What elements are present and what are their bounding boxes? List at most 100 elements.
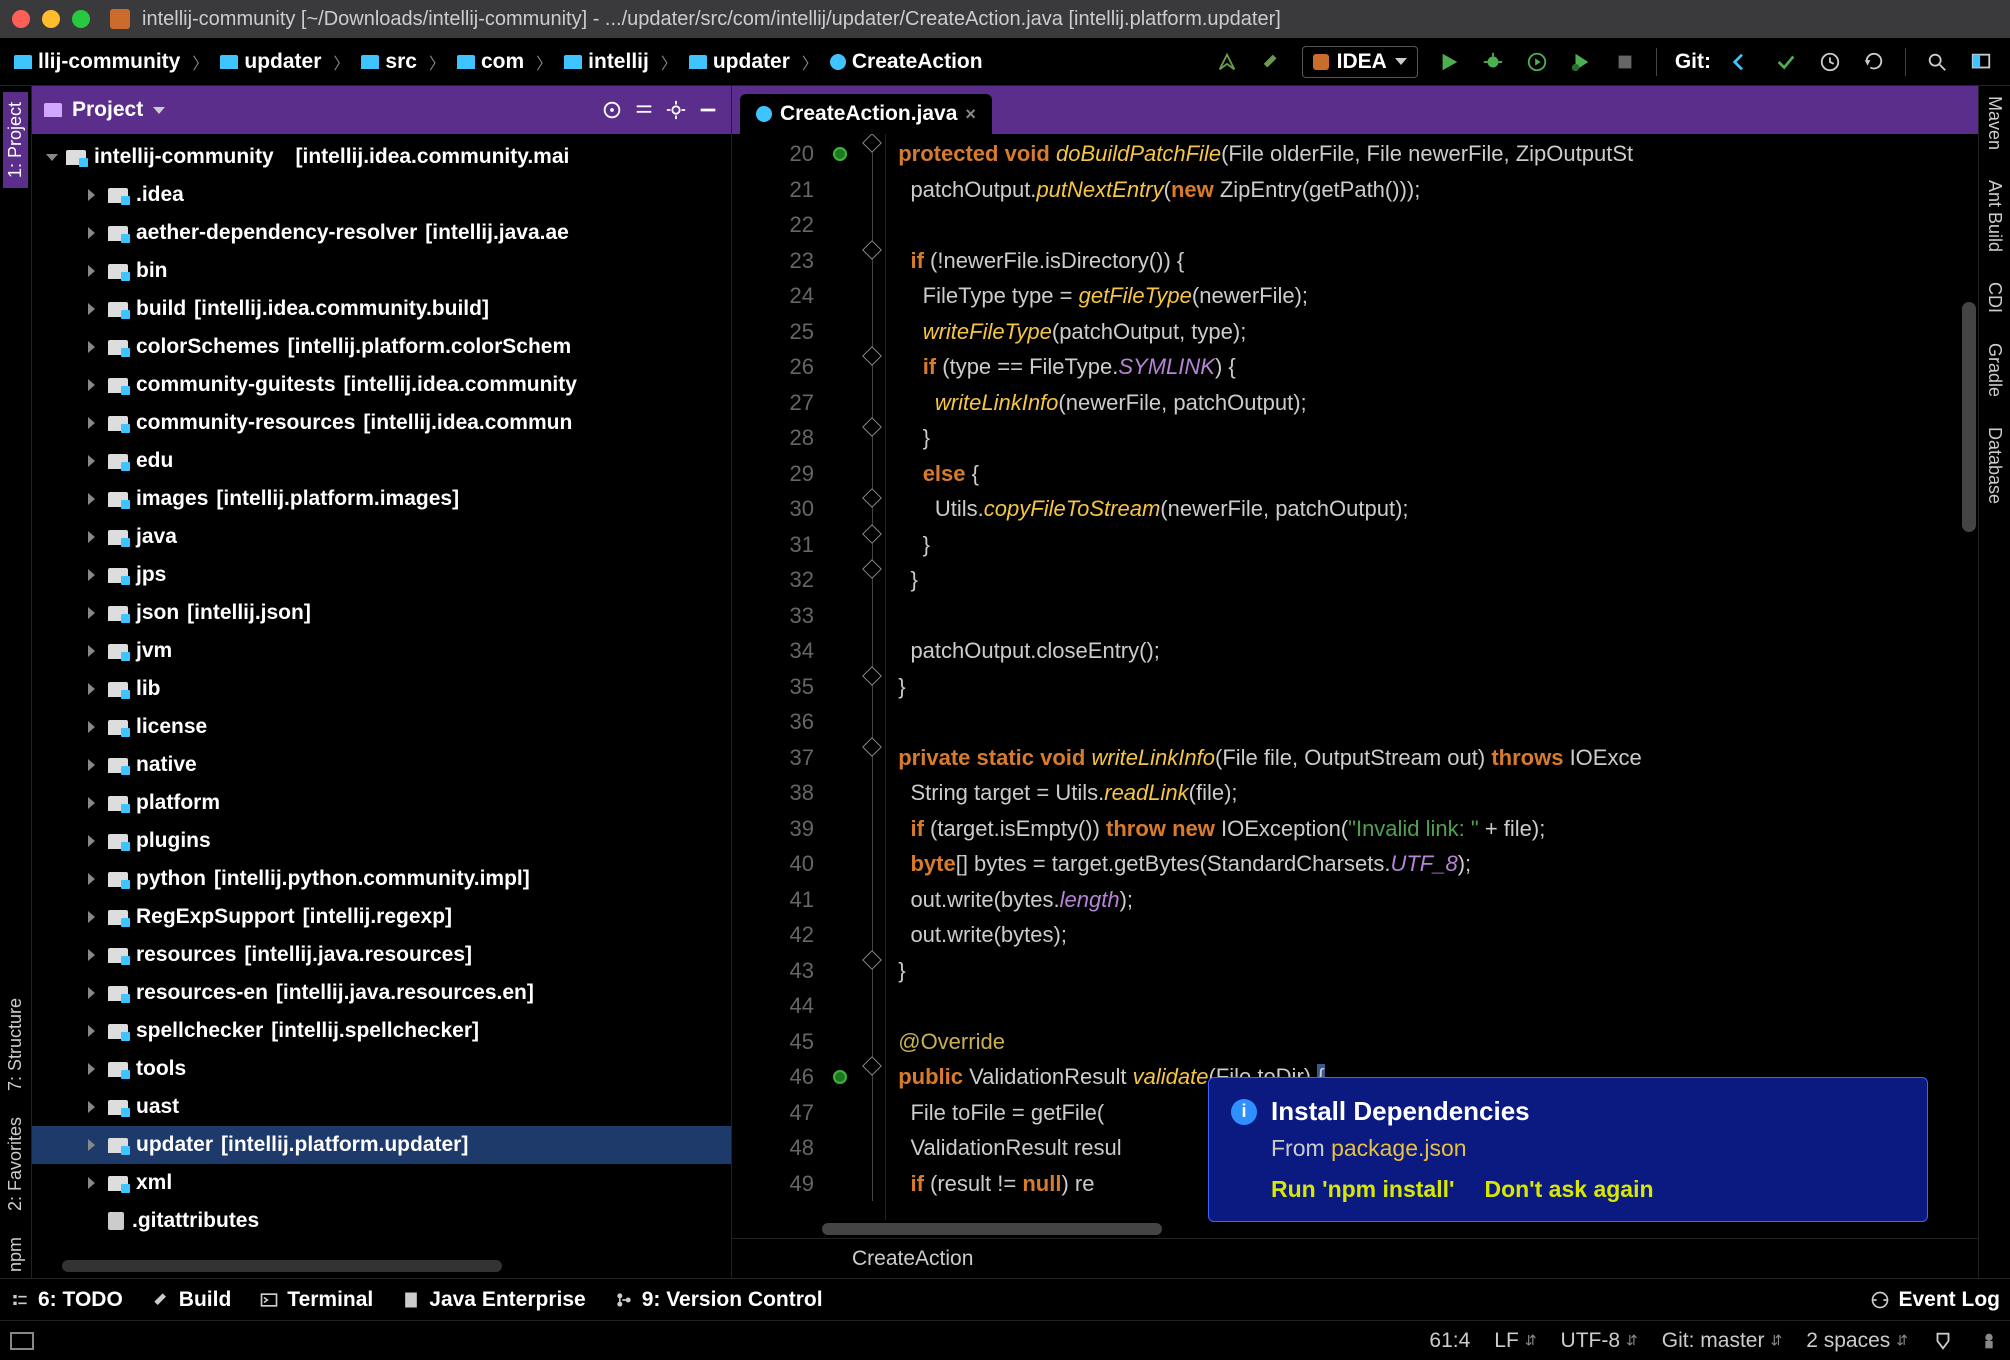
tool-tab-npm[interactable]: npm (3, 1231, 28, 1278)
code-area[interactable]: protected void doBuildPatchFile(File old… (886, 134, 1978, 1220)
fold-toggle[interactable] (862, 240, 882, 260)
tree-item[interactable]: RegExpSupport [intellij.regexp] (32, 898, 731, 936)
expand-arrow-icon[interactable] (88, 455, 100, 467)
tree-item[interactable]: images [intellij.platform.images] (32, 480, 731, 518)
expand-arrow-icon[interactable] (46, 154, 58, 161)
search-everywhere-button[interactable] (1924, 49, 1950, 75)
tree-item[interactable]: java (32, 518, 731, 556)
editor-breadcrumb[interactable]: CreateAction (732, 1238, 1978, 1278)
breadcrumb-item[interactable]: updater (214, 48, 327, 76)
tool-tab-structure[interactable]: 7: Structure (3, 992, 28, 1097)
debug-button[interactable] (1480, 49, 1506, 75)
close-window-button[interactable] (12, 10, 30, 28)
expand-arrow-icon[interactable] (88, 189, 100, 201)
expand-arrow-icon[interactable] (88, 949, 100, 961)
tree-item[interactable]: community-guitests [intellij.idea.commun… (32, 366, 731, 404)
expand-arrow-icon[interactable] (88, 1063, 100, 1075)
tree-item[interactable]: platform (32, 784, 731, 822)
tree-item[interactable]: lib (32, 670, 731, 708)
tree-root[interactable]: intellij-community [intellij.idea.commun… (32, 138, 731, 176)
tool-tab-todo[interactable]: 6: TODO (10, 1288, 123, 1312)
tree-item[interactable]: python [intellij.python.community.impl] (32, 860, 731, 898)
expand-arrow-icon[interactable] (88, 873, 100, 885)
tree-item[interactable]: native (32, 746, 731, 784)
tool-tab-java-enterprise[interactable]: Java Enterprise (401, 1288, 585, 1312)
tree-item[interactable]: tools (32, 1050, 731, 1088)
expand-arrow-icon[interactable] (88, 683, 100, 695)
tree-item[interactable]: .gitattributes (32, 1202, 731, 1240)
expand-arrow-icon[interactable] (88, 569, 100, 581)
tree-item[interactable]: json [intellij.json] (32, 594, 731, 632)
locate-button[interactable] (601, 99, 623, 121)
tool-tab-version-control[interactable]: 9: Version Control (614, 1288, 823, 1312)
tree-item[interactable]: resources-en [intellij.java.resources.en… (32, 974, 731, 1012)
vcs-update-button[interactable] (1729, 49, 1755, 75)
tree-item[interactable]: plugins (32, 822, 731, 860)
breadcrumb-item[interactable]: intellij (558, 48, 655, 76)
tool-tab-ant[interactable]: Ant Build (1982, 176, 2007, 256)
run-config-selector[interactable]: IDEA (1302, 46, 1418, 78)
expand-arrow-icon[interactable] (88, 607, 100, 619)
fold-toggle[interactable] (862, 134, 882, 153)
file-encoding[interactable]: UTF-8⇵ (1561, 1329, 1638, 1353)
expand-arrow-icon[interactable] (88, 1025, 100, 1037)
tool-windows-toggle[interactable] (10, 1332, 34, 1350)
tree-item[interactable]: jvm (32, 632, 731, 670)
expand-arrow-icon[interactable] (88, 797, 100, 809)
expand-arrow-icon[interactable] (88, 417, 100, 429)
horizontal-scrollbar[interactable] (732, 1220, 1978, 1238)
tree-item[interactable]: spellchecker [intellij.spellchecker] (32, 1012, 731, 1050)
expand-arrow-icon[interactable] (88, 379, 100, 391)
vcs-history-button[interactable] (1817, 49, 1843, 75)
profile-button[interactable] (1568, 49, 1594, 75)
coverage-button[interactable] (1524, 49, 1550, 75)
indent-settings[interactable]: 2 spaces⇵ (1806, 1329, 1908, 1353)
breadcrumb-item[interactable]: updater (683, 48, 796, 76)
fold-toggle[interactable] (862, 737, 882, 757)
tree-item[interactable]: bin (32, 252, 731, 290)
breadcrumb-item[interactable]: CreateAction (824, 48, 989, 76)
minimize-window-button[interactable] (42, 10, 60, 28)
override-gutter-icon[interactable] (833, 1070, 847, 1084)
settings-button[interactable] (665, 99, 687, 121)
tool-tab-maven[interactable]: Maven (1982, 92, 2007, 154)
maximize-window-button[interactable] (72, 10, 90, 28)
tree-item[interactable]: uast (32, 1088, 731, 1126)
expand-arrow-icon[interactable] (88, 531, 100, 543)
dont-ask-again-link[interactable]: Don't ask again (1484, 1176, 1653, 1203)
expand-arrow-icon[interactable] (88, 265, 100, 277)
override-gutter-icon[interactable] (833, 147, 847, 161)
event-log-button[interactable]: Event Log (1870, 1288, 2000, 1312)
expand-arrow-icon[interactable] (88, 341, 100, 353)
expand-all-button[interactable] (633, 99, 655, 121)
horizontal-scrollbar[interactable] (62, 1260, 502, 1272)
stop-button[interactable] (1612, 49, 1638, 75)
tree-item[interactable]: colorSchemes [intellij.platform.colorSch… (32, 328, 731, 366)
expand-arrow-icon[interactable] (88, 987, 100, 999)
expand-arrow-icon[interactable] (88, 645, 100, 657)
git-branch[interactable]: Git: master⇵ (1662, 1329, 1782, 1353)
tree-item[interactable]: .idea (32, 176, 731, 214)
memory-indicator[interactable] (1932, 1330, 1954, 1352)
fold-toggle[interactable] (862, 1056, 882, 1076)
editor-body[interactable]: 2021222324252627282930313233343536373839… (732, 134, 1978, 1220)
expand-arrow-icon[interactable] (88, 493, 100, 505)
line-separator[interactable]: LF⇵ (1494, 1329, 1536, 1353)
tool-tab-cdi[interactable]: CDI (1982, 278, 2007, 317)
build-button[interactable] (1214, 49, 1240, 75)
tree-item[interactable]: build [intellij.idea.community.build] (32, 290, 731, 328)
project-tree[interactable]: intellij-community [intellij.idea.commun… (32, 134, 731, 1278)
breadcrumb-item[interactable]: src (355, 48, 423, 76)
expand-arrow-icon[interactable] (88, 911, 100, 923)
fold-toggle[interactable] (862, 346, 882, 366)
hammer-icon[interactable] (1258, 49, 1284, 75)
project-view-selector[interactable]: Project (72, 98, 143, 122)
tool-tab-project[interactable]: 1: Project (3, 92, 28, 188)
breadcrumb-item[interactable]: com (451, 48, 530, 76)
tree-item[interactable]: xml (32, 1164, 731, 1202)
tool-tab-database[interactable]: Database (1982, 423, 2007, 508)
tool-tab-favorites[interactable]: 2: Favorites (3, 1111, 28, 1217)
vertical-scrollbar[interactable] (1960, 182, 1978, 1180)
expand-arrow-icon[interactable] (88, 759, 100, 771)
fold-column[interactable] (858, 134, 886, 1220)
